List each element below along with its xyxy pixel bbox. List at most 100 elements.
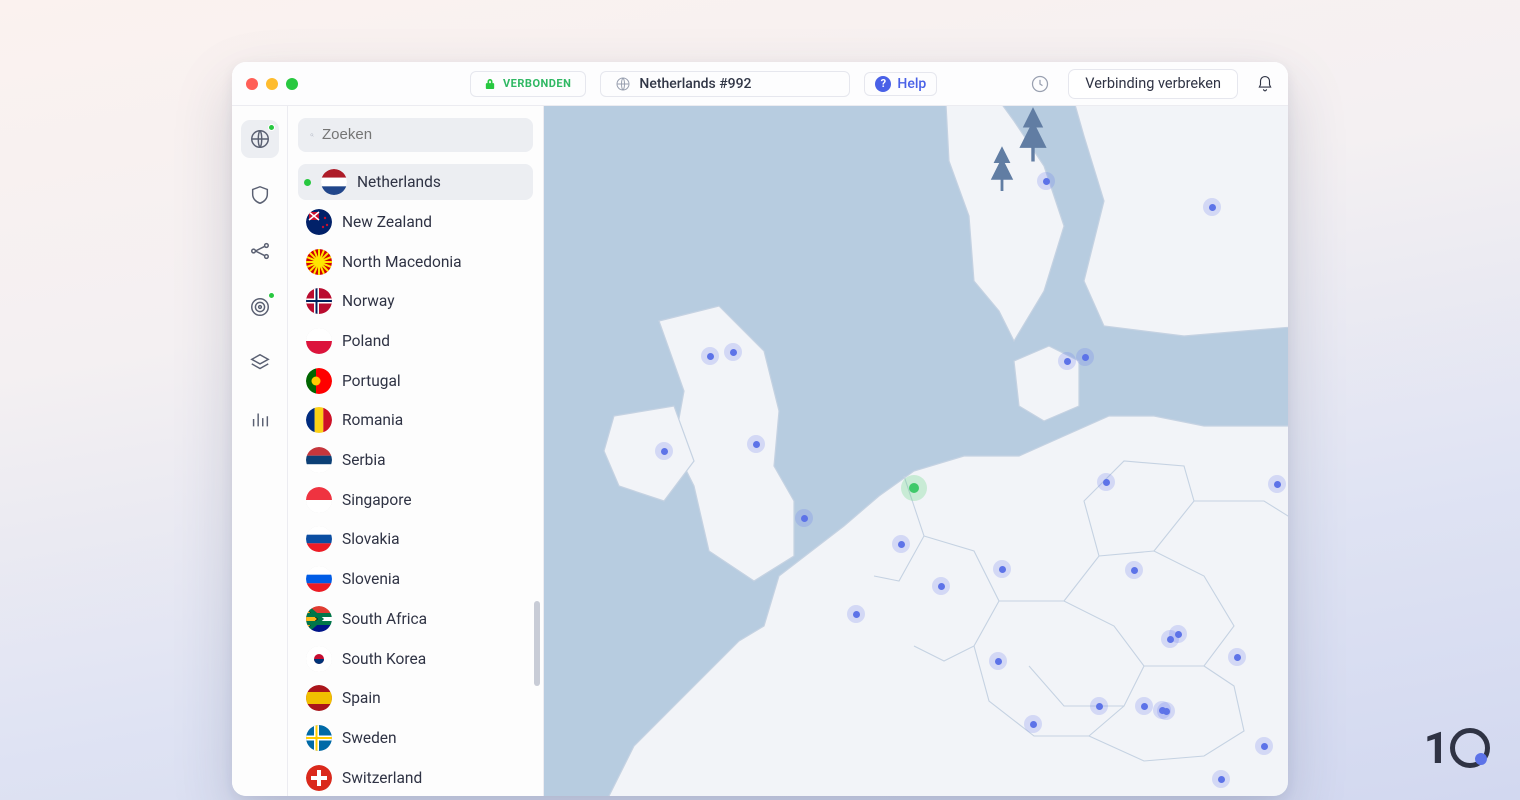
server-pin[interactable]	[1135, 697, 1153, 715]
country-label: Singapore	[342, 491, 412, 509]
titlebar: VERBONDEN Netherlands #992 ? Help Verbin…	[232, 62, 1288, 106]
brand-digit: 1	[1424, 722, 1448, 774]
server-pin[interactable]	[989, 652, 1007, 670]
country-label: New Zealand	[342, 213, 432, 231]
help-button[interactable]: ? Help	[864, 72, 937, 96]
server-pin[interactable]	[701, 347, 719, 365]
flag-icon	[306, 725, 332, 751]
country-label: Poland	[342, 332, 390, 350]
map[interactable]	[544, 106, 1288, 796]
flag-icon	[306, 447, 332, 473]
flag-icon	[306, 685, 332, 711]
flag-icon	[321, 169, 347, 195]
server-pin[interactable]	[795, 509, 813, 527]
server-pin[interactable]	[724, 343, 742, 361]
country-label: Portugal	[342, 372, 401, 390]
nav-countries[interactable]	[241, 120, 279, 158]
country-label: Slovenia	[342, 570, 400, 588]
window-controls	[246, 78, 298, 90]
nav-stats[interactable]	[241, 400, 279, 438]
nav-presets[interactable]	[241, 344, 279, 382]
server-pin[interactable]	[1212, 770, 1230, 788]
country-label: Sweden	[342, 729, 397, 747]
alert-badge	[268, 292, 275, 299]
country-row-sweden[interactable]: Sweden	[298, 720, 533, 757]
server-pin[interactable]	[655, 442, 673, 460]
watermark: 1	[1424, 722, 1490, 774]
country-row-serbia[interactable]: Serbia	[298, 442, 533, 479]
flag-icon	[306, 606, 332, 632]
server-pin[interactable]	[993, 560, 1011, 578]
scrollbar-thumb[interactable]	[534, 601, 540, 686]
server-pin[interactable]	[1157, 702, 1175, 720]
country-row-netherlands[interactable]: Netherlands	[298, 164, 533, 201]
country-label: Spain	[342, 689, 381, 707]
server-pin[interactable]	[1228, 648, 1246, 666]
disconnect-button[interactable]: Verbinding verbreken	[1068, 69, 1238, 99]
threat-protection-icon[interactable]	[1030, 74, 1050, 94]
flag-icon	[306, 526, 332, 552]
maximize-window-button[interactable]	[286, 78, 298, 90]
country-label: Switzerland	[342, 769, 422, 787]
country-row-norway[interactable]: Norway	[298, 283, 533, 320]
nav-sidebar	[232, 106, 288, 796]
server-pin[interactable]	[847, 605, 865, 623]
flag-icon	[306, 249, 332, 275]
server-pin[interactable]	[1125, 561, 1143, 579]
server-pin-connected[interactable]	[901, 475, 927, 501]
nav-darkweb[interactable]	[241, 288, 279, 326]
country-row-romania[interactable]: Romania	[298, 402, 533, 439]
flag-icon	[306, 487, 332, 513]
server-pin[interactable]	[1090, 697, 1108, 715]
country-label: South Africa	[342, 610, 427, 628]
country-row-poland[interactable]: Poland	[298, 323, 533, 360]
server-pin[interactable]	[932, 577, 950, 595]
server-pin[interactable]	[1097, 473, 1115, 491]
lock-icon	[485, 78, 495, 90]
notifications-icon[interactable]	[1256, 75, 1274, 93]
connected-badge	[268, 124, 275, 131]
flag-icon	[306, 368, 332, 394]
radar-icon	[249, 296, 271, 318]
help-icon: ?	[875, 76, 891, 92]
current-server[interactable]: Netherlands #992	[600, 71, 850, 97]
country-row-slovakia[interactable]: Slovakia	[298, 521, 533, 558]
country-row-slovenia[interactable]: Slovenia	[298, 561, 533, 598]
search-input[interactable]	[298, 118, 533, 152]
server-pin[interactable]	[1024, 715, 1042, 733]
search-field[interactable]	[322, 126, 521, 143]
country-row-singapore[interactable]: Singapore	[298, 481, 533, 518]
server-pin[interactable]	[1058, 352, 1076, 370]
close-window-button[interactable]	[246, 78, 258, 90]
connection-status: VERBONDEN	[470, 71, 586, 97]
nav-security[interactable]	[241, 176, 279, 214]
nav-meshnet[interactable]	[241, 232, 279, 270]
globe-icon	[615, 76, 631, 92]
server-pin[interactable]	[1268, 475, 1286, 493]
country-row-spain[interactable]: Spain	[298, 680, 533, 717]
country-row-portugal[interactable]: Portugal	[298, 362, 533, 399]
app-window: VERBONDEN Netherlands #992 ? Help Verbin…	[232, 62, 1288, 796]
country-label: Serbia	[342, 451, 386, 469]
country-label: Romania	[342, 411, 403, 429]
server-pin[interactable]	[747, 435, 765, 453]
country-row-south-korea[interactable]: South Korea	[298, 640, 533, 677]
server-pin[interactable]	[1037, 172, 1055, 190]
disconnect-label: Verbinding verbreken	[1085, 75, 1221, 92]
country-label: Norway	[342, 292, 395, 310]
country-row-switzerland[interactable]: Switzerland	[298, 759, 533, 796]
country-label: Slovakia	[342, 530, 400, 548]
country-list[interactable]: Netherlands New Zealand North Macedonia Nor…	[298, 164, 533, 796]
country-list-pane: Netherlands New Zealand North Macedonia Nor…	[288, 106, 544, 796]
country-row-south-africa[interactable]: South Africa	[298, 600, 533, 637]
minimize-window-button[interactable]	[266, 78, 278, 90]
server-pin[interactable]	[1169, 625, 1187, 643]
server-pin[interactable]	[1203, 198, 1221, 216]
server-pin[interactable]	[1255, 737, 1273, 755]
server-pin[interactable]	[1076, 348, 1094, 366]
stats-icon	[249, 408, 271, 430]
tree-icon	[988, 146, 1016, 194]
server-pin[interactable]	[892, 535, 910, 553]
country-row-north-macedonia[interactable]: North Macedonia	[298, 243, 533, 280]
country-row-new-zealand[interactable]: New Zealand	[298, 203, 533, 240]
